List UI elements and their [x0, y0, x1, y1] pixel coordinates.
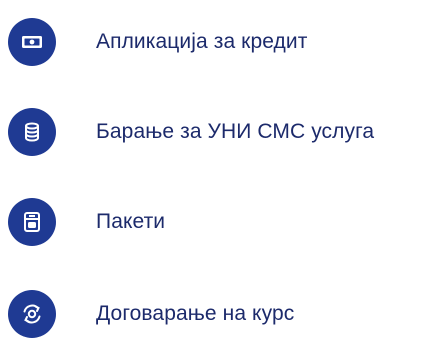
menu-item-exchange-rate-negotiation[interactable]: Договарање на курс [0, 284, 421, 343]
package-icon [8, 198, 56, 246]
menu-item-label: Пакети [96, 210, 166, 233]
menu-list: Апликација за кредит Барање за УНИ СМС у… [0, 0, 421, 343]
menu-item-label: Договарање на курс [96, 302, 295, 325]
menu-item-label: Апликација за кредит [96, 30, 308, 53]
currency-exchange-icon [8, 290, 56, 338]
menu-item-credit-application[interactable]: Апликација за кредит [0, 12, 421, 72]
coin-stack-icon [8, 108, 56, 156]
banknote-icon [8, 18, 56, 66]
menu-item-packages[interactable]: Пакети [0, 192, 421, 252]
menu-item-label: Барање за УНИ СМС услуга [96, 120, 375, 143]
menu-item-uni-sms-request[interactable]: Барање за УНИ СМС услуга [0, 102, 421, 162]
